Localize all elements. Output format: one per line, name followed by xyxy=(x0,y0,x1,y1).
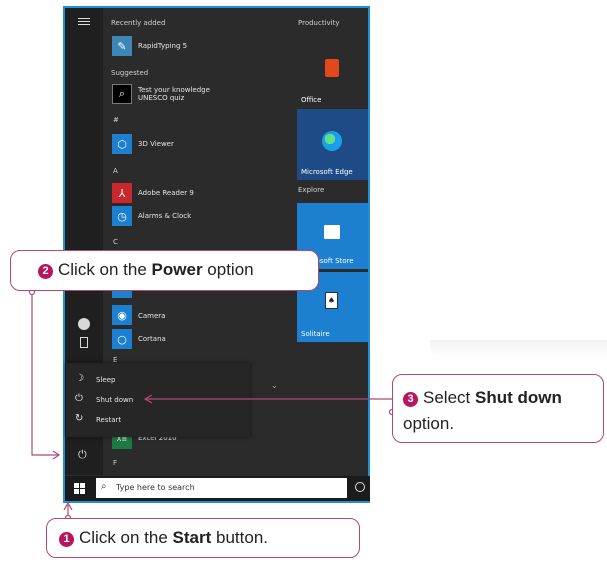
callout-step-3: 3 Select Shut down option. xyxy=(392,374,604,443)
step-2-text-bold: Power xyxy=(151,260,203,279)
callout-step-1: 1 Click on the Start button. xyxy=(46,518,360,558)
arrow-to-power xyxy=(31,292,58,456)
step-1-text-post: button. xyxy=(211,528,268,547)
step-2-badge: 2 xyxy=(38,264,53,279)
step-1-text-bold: Start xyxy=(172,528,212,547)
callout-step-2: 2 Click on the Power option xyxy=(10,250,319,291)
step-2-text-pre: Click on the xyxy=(58,260,152,279)
step-3-text-bold: Shut down xyxy=(474,388,562,407)
step-2-text-post: option xyxy=(202,260,254,279)
step-3-text-line2: option. xyxy=(403,414,455,433)
step-3-badge: 3 xyxy=(403,392,418,407)
step-1-text-pre: Click on the xyxy=(79,528,173,547)
step-1-badge: 1 xyxy=(59,532,74,547)
step-3-text-pre: Select xyxy=(423,388,475,407)
